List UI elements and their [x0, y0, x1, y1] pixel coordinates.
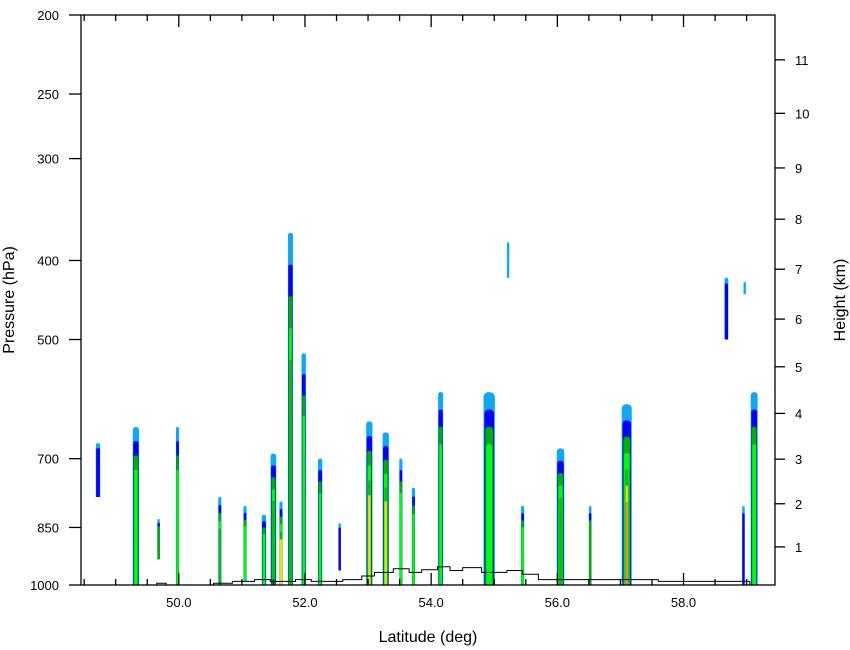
cell-15: [399, 458, 403, 585]
cell-22: [588, 505, 592, 585]
cell-band: [752, 444, 756, 585]
y-tick-label: 500: [37, 333, 59, 348]
y-tick-label: 400: [37, 253, 59, 268]
cell-band: [272, 500, 275, 585]
cell-band: [588, 520, 592, 585]
cell-16: [411, 487, 416, 585]
y2-axis-title: Height (km): [832, 259, 849, 342]
y-tick-label: 700: [37, 452, 59, 467]
cell-band: [506, 242, 510, 278]
y-tick-label: 850: [37, 520, 59, 535]
cell-band: [368, 495, 371, 585]
y-axis-title: Pressure (hPa): [1, 246, 18, 354]
plot-background: [81, 15, 775, 585]
cell-17: [438, 392, 444, 585]
cell-band: [243, 526, 247, 582]
cell-8: [279, 501, 283, 585]
x-tick-label: 54.0: [418, 595, 443, 610]
cell-1: [132, 426, 140, 585]
cell-7: [270, 453, 277, 585]
cell-band: [157, 526, 160, 560]
cell-band: [289, 359, 292, 585]
cell-14: [382, 432, 389, 585]
height-tick-label: 7: [795, 262, 802, 277]
cell-band: [338, 527, 341, 571]
cell-band: [134, 469, 138, 585]
cell-11: [317, 458, 323, 585]
cell-25: [743, 281, 746, 295]
cell-band: [559, 497, 562, 585]
y-tick-label: 250: [37, 87, 59, 102]
cell-6: [261, 514, 267, 585]
cell-4: [218, 497, 222, 585]
height-tick-label: 8: [795, 212, 802, 227]
x-tick-label: 50.0: [166, 595, 191, 610]
cell-band: [96, 448, 100, 498]
cell-13: [366, 421, 373, 585]
cell-26: [742, 505, 745, 585]
cell-24: [724, 277, 729, 340]
height-tick-label: 4: [795, 406, 802, 421]
height-tick-label: 9: [795, 161, 802, 176]
height-tick-label: 10: [795, 106, 809, 121]
cell-band: [218, 528, 221, 585]
cell-band: [318, 492, 322, 585]
cell-27: [750, 392, 758, 585]
cell-band: [412, 514, 415, 585]
cell-band: [302, 415, 305, 585]
cell-band: [625, 501, 628, 585]
cell-2: [157, 519, 160, 560]
x-tick-label: 56.0: [545, 595, 570, 610]
x-axis-title: Latitude (deg): [379, 629, 478, 646]
height-tick-label: 11: [795, 53, 809, 68]
height-tick-label: 1: [795, 540, 802, 555]
cell-9: [287, 232, 293, 586]
x-tick-label: 52.0: [292, 595, 317, 610]
height-tick-label: 5: [795, 360, 802, 375]
contour-chart: 50.0 52.0 54.0 56.0 58.0 200 250 300 400 500 700 8…: [1, 8, 849, 646]
cell-band: [439, 444, 442, 585]
x-tick-label: 58.0: [671, 595, 696, 610]
cell-band: [399, 492, 403, 585]
cell-18: [483, 392, 495, 585]
height-tick-label: 2: [795, 497, 802, 512]
cell-12: [338, 523, 341, 571]
cell-band: [724, 283, 729, 340]
y-axis-pressure: 200 250 300 400 500 700 850 1000: [30, 8, 81, 593]
cell-23: [621, 404, 632, 585]
cell-band: [262, 533, 266, 585]
cell-0: [95, 443, 101, 498]
cell-band: [486, 444, 493, 585]
cell-5: [243, 505, 247, 582]
cell-band: [743, 281, 746, 295]
height-tick-label: 3: [795, 452, 802, 467]
cell-band: [176, 469, 179, 585]
cell-band: [521, 527, 524, 585]
cell-3: [175, 426, 180, 585]
cell-21: [556, 448, 565, 585]
cell-19: [506, 242, 510, 278]
y-tick-label: 1000: [30, 578, 59, 593]
y-axis-height: 1 2 3 4 5 6 7 8 9 10 11: [775, 53, 809, 555]
cell-10: [301, 353, 306, 585]
y-tick-label: 200: [37, 8, 59, 23]
height-tick-label: 6: [795, 312, 802, 327]
cell-band: [742, 513, 745, 585]
y-tick-label: 300: [37, 152, 59, 167]
cell-band: [279, 539, 283, 585]
